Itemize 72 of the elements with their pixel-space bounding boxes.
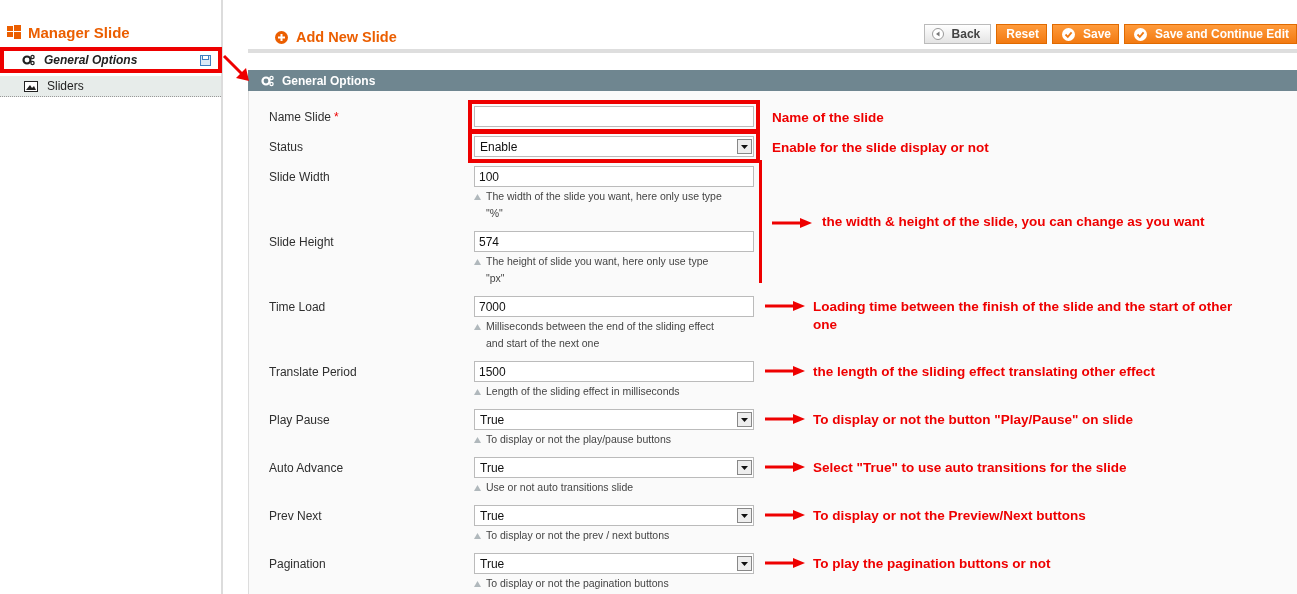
annotation-text: Enable for the slide display or not xyxy=(772,139,989,157)
field-label: Translate Period xyxy=(269,365,357,381)
select-field[interactable]: True xyxy=(474,457,754,478)
triangle-icon xyxy=(474,581,481,587)
annotation-arrow xyxy=(765,558,805,568)
triangle-icon xyxy=(474,485,481,491)
annotation-text: To display or not the Preview/Next buttons xyxy=(813,507,1086,525)
field-label: Slide Width xyxy=(269,170,330,186)
select-field[interactable]: True xyxy=(474,553,754,574)
annotation-arrow xyxy=(765,414,805,424)
annotation-arrow xyxy=(765,510,805,520)
triangle-icon xyxy=(474,437,481,443)
input-field[interactable]: 7000 xyxy=(474,296,754,317)
annotation-text: the length of the sliding effect translating other effect xyxy=(813,363,1156,381)
image-icon xyxy=(24,80,38,92)
input-field[interactable]: 574 xyxy=(474,231,754,252)
field-label: Auto Advance xyxy=(269,461,344,477)
sidebar-item[interactable]: Sliders xyxy=(0,76,221,97)
input-field[interactable] xyxy=(474,106,754,127)
back-button[interactable]: Back xyxy=(923,24,992,44)
field-note: To display or not the prev / next buttons xyxy=(486,528,670,543)
annotation-text: the width & height of the slide, you can change as you want xyxy=(822,212,1205,231)
caret-icon xyxy=(737,412,752,427)
triangle-icon xyxy=(474,194,481,200)
select-field[interactable]: Enable xyxy=(474,136,754,157)
caret-icon xyxy=(737,460,752,475)
triangle-icon xyxy=(474,259,481,265)
field-note: To display or not the play/pause buttons xyxy=(486,432,672,447)
annotation-arrow xyxy=(765,366,805,376)
sidebar-title: Manager Slide xyxy=(28,23,130,41)
gears-icon xyxy=(261,74,274,87)
annotation-arrow xyxy=(772,218,812,228)
triangle-icon xyxy=(474,533,481,539)
annotation-text: Name of the slide xyxy=(772,109,884,127)
caret-icon xyxy=(737,508,752,523)
page-title: Add New Slide xyxy=(296,29,397,45)
back-icon xyxy=(931,28,944,40)
annotation-text: Loading time between the finish of the slide and the start of other one xyxy=(813,298,1234,334)
annotation-text: To play the pagination buttons or not xyxy=(813,555,1051,573)
field-label: Name Slide xyxy=(269,110,332,126)
field-label: Time Load xyxy=(269,300,326,316)
field-label: Pagination xyxy=(269,557,326,573)
input-field[interactable]: 1500 xyxy=(474,361,754,382)
plus-circle-icon xyxy=(275,30,288,44)
field-note: Milliseconds between the end of the sliding effect and start of the next one xyxy=(486,319,716,351)
field-note: The width of the slide you want, here only use type "%" xyxy=(486,189,723,221)
annotation-text: To display or not the button "Play/Pause" on slide xyxy=(813,411,1134,429)
check-icon xyxy=(1061,27,1075,41)
triangle-icon xyxy=(474,389,481,395)
field-label: Play Pause xyxy=(269,413,330,429)
select-field[interactable]: True xyxy=(474,409,754,430)
gears-icon xyxy=(22,54,35,66)
section-title: General Options xyxy=(282,73,376,88)
field-note: Length of the sliding effect in milliseconds xyxy=(486,384,680,399)
annotation-arrow xyxy=(765,462,805,472)
annotation-text: Select "True" to use auto transitions for the slide xyxy=(813,459,1127,477)
caret-icon xyxy=(737,556,752,571)
field-label: Prev Next xyxy=(269,509,322,525)
triangle-icon xyxy=(474,324,481,330)
windows-icon xyxy=(7,25,21,39)
field-label: Status xyxy=(269,140,304,156)
annotation-arrow xyxy=(222,54,252,84)
caret-icon xyxy=(737,139,752,154)
field-note: Use or not auto transitions slide xyxy=(486,480,634,495)
field-note: The height of slide you want, here only use type "px" xyxy=(486,254,710,286)
annotation-arrow xyxy=(765,301,805,311)
select-field[interactable]: True xyxy=(474,505,754,526)
required-mark: * xyxy=(334,110,339,126)
field-label: Slide Height xyxy=(269,235,334,251)
check-icon xyxy=(1134,27,1147,41)
field-note: To display or not the pagination buttons xyxy=(486,576,669,591)
input-field[interactable]: 100 xyxy=(474,166,754,187)
